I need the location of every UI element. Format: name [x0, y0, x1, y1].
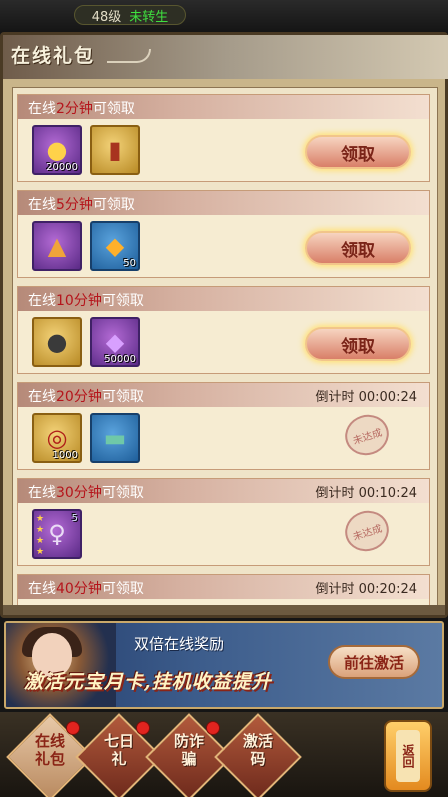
reward-header: 在线30分钟可领取 倒计时 00:10:24	[18, 479, 429, 503]
reward-minutes: 5分钟	[56, 197, 93, 213]
notification-dot	[66, 721, 80, 735]
reward-card: 在线30分钟可领取 倒计时 00:10:24 ★ ★ ★ ★ ♀ 5 未达成	[17, 478, 430, 566]
purple-crystal-icon[interactable]: ◆ 50000	[90, 317, 140, 367]
online-gift-panel: 在线礼包 在线2分钟可领取 ● 20000 ▮ 领取 在线5分钟可领取 ▲ ◆ …	[0, 32, 448, 618]
reward-condition: 在线5分钟可领取	[28, 197, 135, 213]
monthly-card-banner[interactable]: 双倍在线奖励 激活元宝月卡,挂机收益提升 前往激活	[4, 621, 444, 709]
claim-button[interactable]: 领取	[305, 135, 411, 169]
helmet-icon[interactable]: ▲	[32, 221, 82, 271]
reward-card: 在线2分钟可领取 ● 20000 ▮ 领取	[17, 94, 430, 182]
potion-bottle-icon[interactable]: ▮	[90, 125, 140, 175]
panel-footer	[3, 605, 445, 615]
gold-coins-icon[interactable]: ● 20000	[32, 125, 82, 175]
star-rating-icon: ★ ★ ★ ★	[36, 514, 45, 557]
back-button-label: 返回	[396, 730, 420, 782]
item-quantity: 50000	[104, 354, 136, 365]
countdown-timer: 倒计时 00:20:24	[315, 582, 417, 597]
level-pill: 48级 未转生	[74, 5, 186, 25]
player-level: 48级	[91, 9, 122, 25]
tab-anti-fraud-label: 防诈骗	[173, 732, 204, 768]
reward-header: 在线40分钟可领取 倒计时 00:20:24	[18, 575, 429, 599]
back-button[interactable]: 返回	[384, 720, 432, 792]
panel-title-banner: 在线礼包	[3, 35, 448, 79]
bottom-nav: 在线 礼包 七日礼 防诈骗 激活码 返回	[0, 712, 448, 797]
top-status-bar: 48级 未转生	[0, 0, 448, 32]
panel-title: 在线礼包	[11, 45, 96, 67]
reward-condition: 在线40分钟可领取	[28, 581, 144, 597]
item-quantity: 5	[71, 513, 78, 524]
rebirth-status: 未转生	[129, 9, 169, 25]
treasure-chest-icon[interactable]: ▬	[90, 413, 140, 463]
reward-card: 在线40分钟可领取 倒计时 00:20:24	[17, 574, 430, 606]
notification-dot	[136, 721, 150, 735]
reward-header: 在线20分钟可领取 倒计时 00:00:24	[18, 383, 429, 407]
not-reached-stamp: 未达成	[339, 505, 395, 557]
countdown-timer: 倒计时 00:10:24	[315, 486, 417, 501]
tab-online-gift-label: 在线 礼包	[34, 732, 65, 768]
reward-condition: 在线20分钟可领取	[28, 389, 144, 405]
reward-minutes: 40分钟	[56, 581, 102, 597]
countdown-timer: 倒计时 00:00:24	[315, 390, 417, 405]
claim-button[interactable]: 领取	[305, 327, 411, 361]
item-quantity: 50	[123, 258, 136, 269]
reward-header: 在线5分钟可领取	[18, 191, 429, 215]
reward-condition: 在线30分钟可领取	[28, 485, 144, 501]
banner-headline: 激活元宝月卡,挂机收益提升	[24, 671, 272, 693]
gold-medal-icon[interactable]: ◎ 1000	[32, 413, 82, 463]
reward-minutes: 30分钟	[56, 485, 102, 501]
reward-minutes: 2分钟	[56, 101, 93, 117]
heroine-portrait-icon	[6, 623, 116, 707]
item-quantity: 1000	[52, 450, 78, 461]
notification-dot	[206, 721, 220, 735]
iron-ball-icon[interactable]: ●	[32, 317, 82, 367]
tab-seven-day-gift-label: 七日礼	[103, 732, 134, 768]
orange-gem-icon[interactable]: ◆ 50	[90, 221, 140, 271]
tab-activation-code-label: 激活码	[242, 732, 273, 768]
not-reached-stamp: 未达成	[339, 409, 395, 461]
claim-button[interactable]: 领取	[305, 231, 411, 265]
reward-condition: 在线10分钟可领取	[28, 293, 144, 309]
reward-header: 在线2分钟可领取	[18, 95, 429, 119]
go-activate-button[interactable]: 前往激活	[328, 645, 420, 679]
reward-card: 在线10分钟可领取 ● ◆ 50000 领取	[17, 286, 430, 374]
star-character-card-icon[interactable]: ★ ★ ★ ★ ♀ 5	[32, 509, 82, 559]
reward-condition: 在线2分钟可领取	[28, 101, 135, 117]
cloud-swirl-decoration	[107, 49, 151, 63]
reward-card: 在线5分钟可领取 ▲ ◆ 50 领取	[17, 190, 430, 278]
reward-minutes: 20分钟	[56, 389, 102, 405]
item-quantity: 20000	[46, 162, 78, 173]
banner-subtitle: 双倍在线奖励	[134, 635, 225, 653]
reward-list[interactable]: 在线2分钟可领取 ● 20000 ▮ 领取 在线5分钟可领取 ▲ ◆ 50 领取…	[12, 87, 438, 607]
reward-header: 在线10分钟可领取	[18, 287, 429, 311]
reward-card: 在线20分钟可领取 倒计时 00:00:24 ◎ 1000 ▬ 未达成	[17, 382, 430, 470]
reward-minutes: 10分钟	[56, 293, 102, 309]
